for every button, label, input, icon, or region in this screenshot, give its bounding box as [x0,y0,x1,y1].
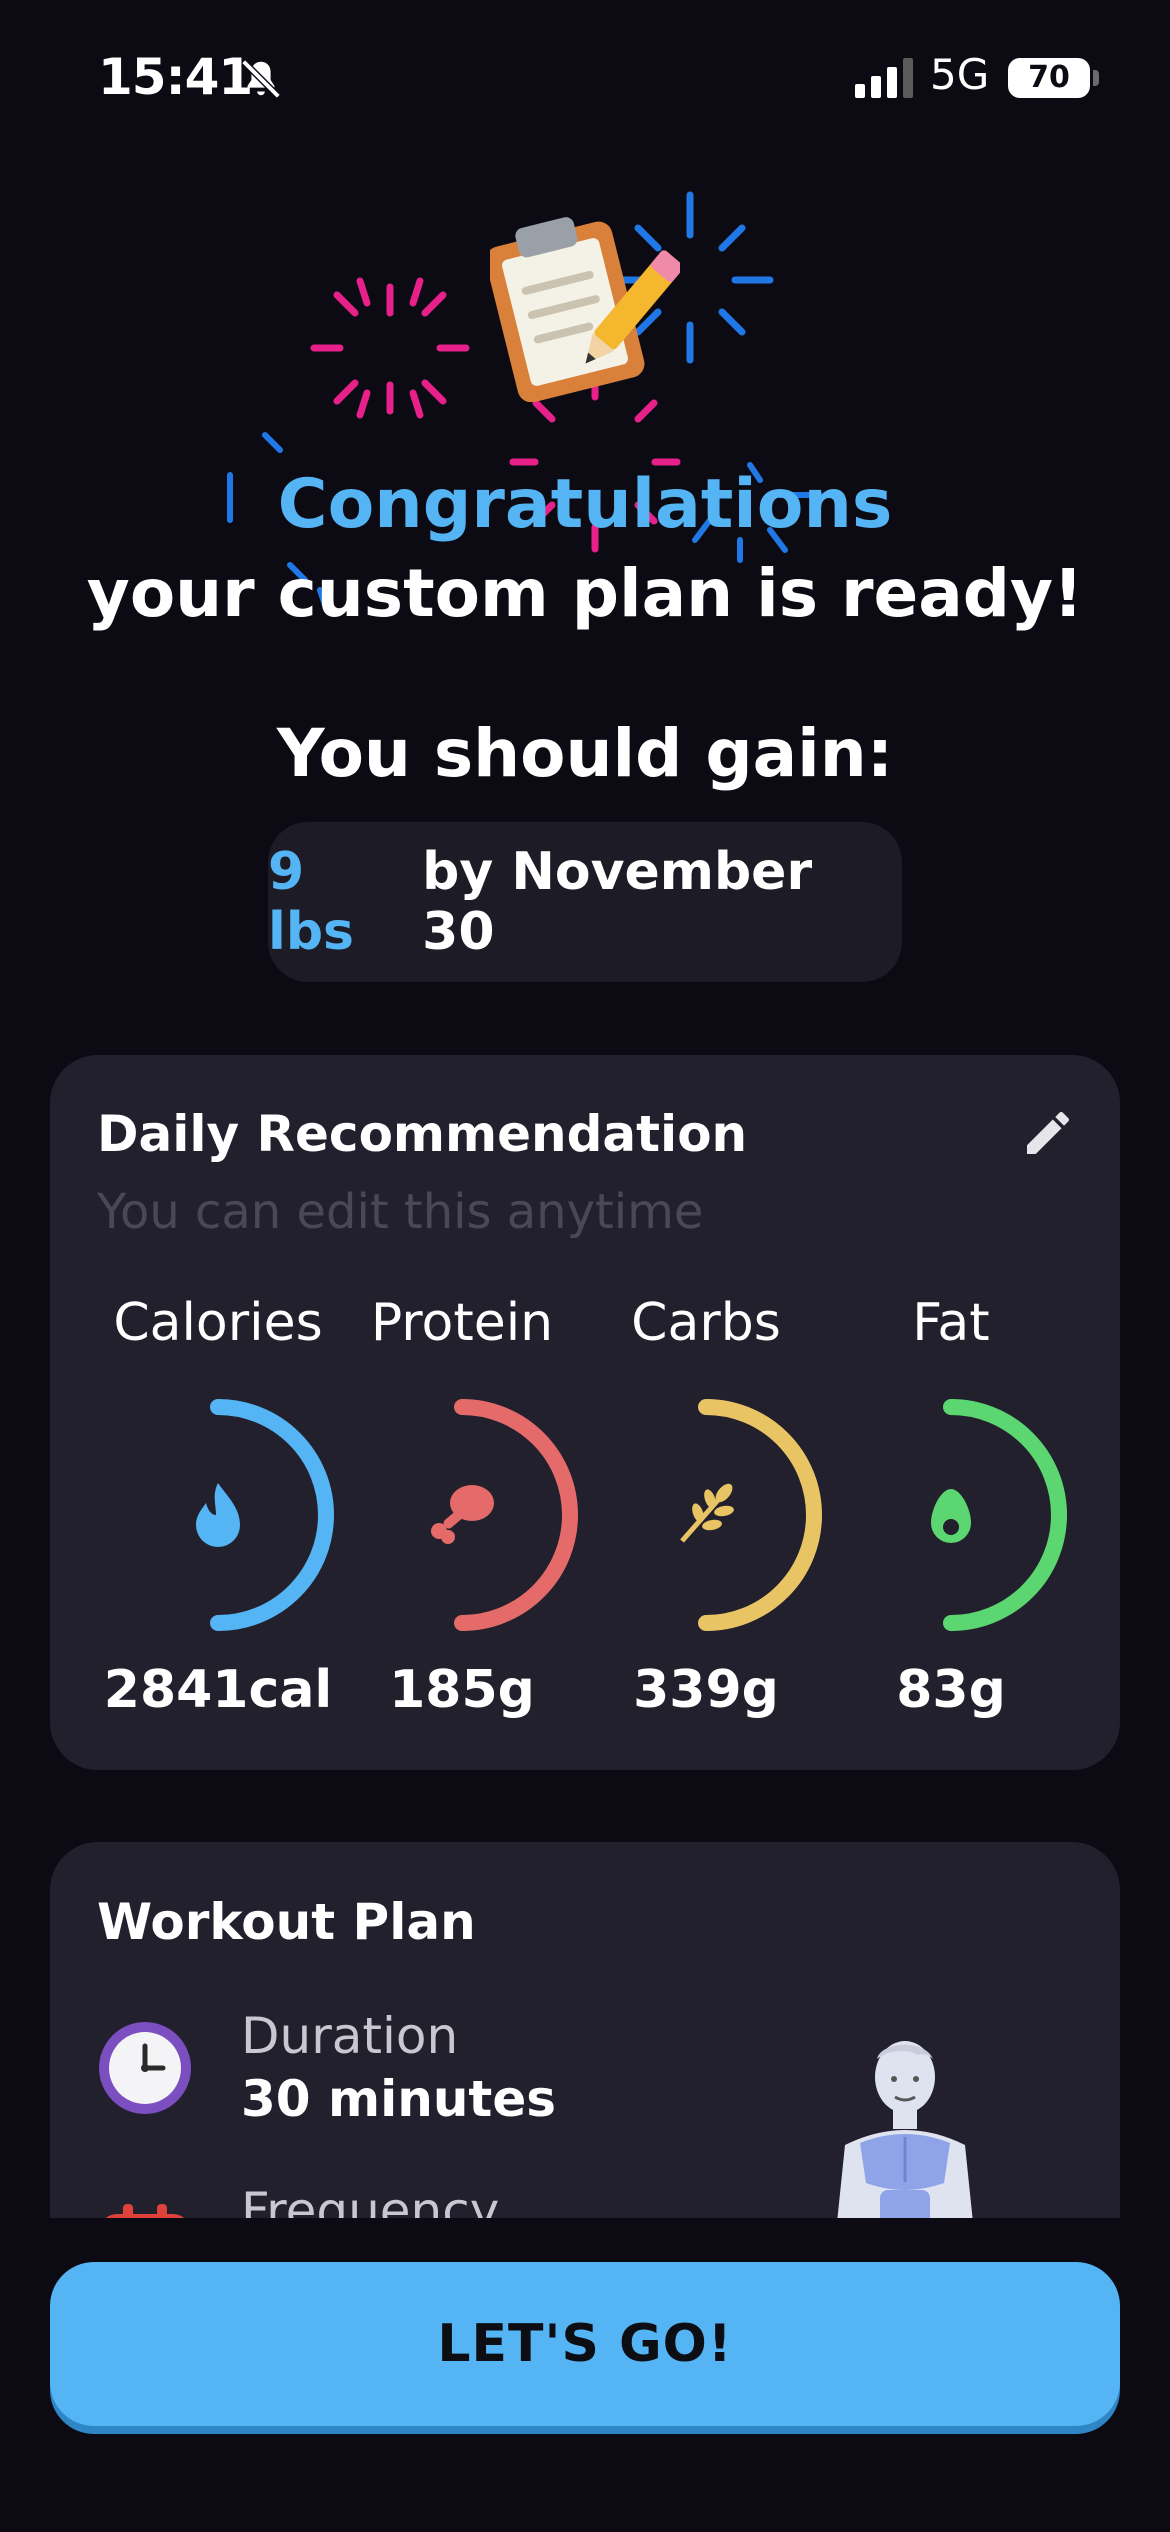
body-figure-illustration [835,2041,975,2242]
congratulations-title: Congratulations [277,465,893,544]
macro-value-calories: 2841cal [103,1660,333,1720]
duration-label: Duration [241,2007,459,2065]
status-time: 15:41 [98,48,253,106]
macro-value-carbs: 339g [633,1660,779,1720]
macro-value-fat: 83g [896,1660,1006,1720]
macro-label-protein: Protein [370,1293,554,1353]
avocado-icon [931,1489,971,1543]
macro-label-carbs: Carbs [631,1293,781,1353]
macro-value-protein: 185g [389,1660,535,1720]
signal-icon [855,58,913,98]
drumstick-icon [431,1485,494,1544]
bell-muted-icon [241,59,281,99]
duration-value: 30 minutes [241,2070,556,2128]
macro-label-calories: Calories [113,1293,323,1353]
macro-label-fat: Fat [912,1293,990,1353]
protein-ring [431,1399,578,1631]
gain-heading: You should gain: [276,715,894,792]
gain-goal-pill: 9 lbs by November 30 [268,822,902,982]
gain-amount: 9 lbs [268,842,354,962]
clipboard-pencil-icon [490,217,680,402]
fat-ring [931,1399,1067,1631]
flame-icon [196,1483,240,1547]
plan-ready-title: your custom plan is ready! [86,555,1084,632]
lets-go-button[interactable]: LET'S GO! [50,2262,1120,2426]
gain-date: by November 30 [422,842,813,962]
battery-tip [1093,70,1099,86]
pencil-edit-icon[interactable] [1020,1105,1076,1161]
carbs-ring [680,1399,822,1631]
daily-recommendation-title: Daily Recommendation [97,1105,748,1163]
network-type: 5G [930,50,990,99]
daily-recommendation-subtitle: You can edit this anytime [97,1184,704,1240]
wheat-icon [680,1483,734,1543]
battery-level: 70 [1008,58,1090,98]
calories-ring [196,1399,334,1631]
clock-icon [99,2022,191,2114]
workout-plan-title: Workout Plan [97,1893,476,1951]
